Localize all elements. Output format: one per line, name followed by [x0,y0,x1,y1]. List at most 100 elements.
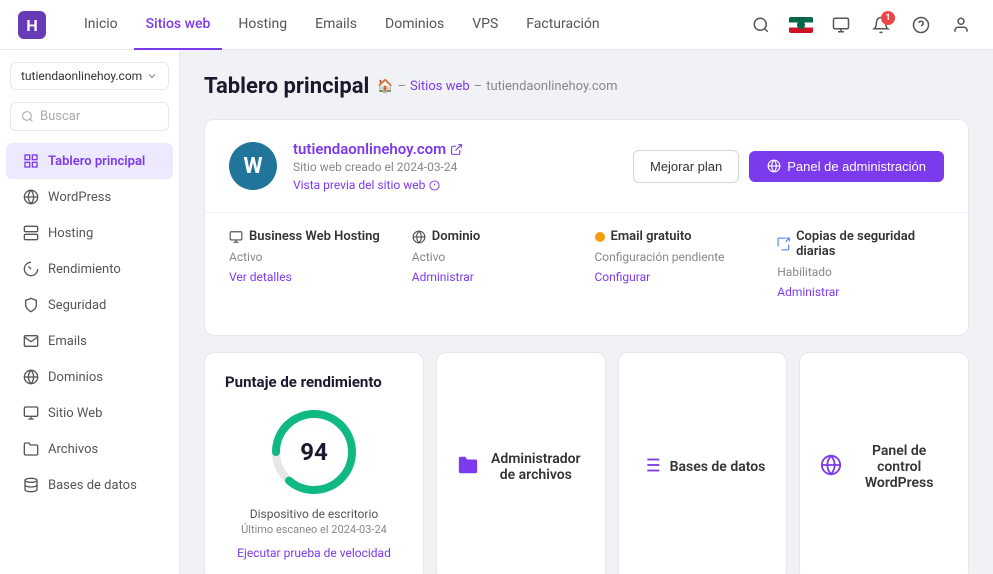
database-widget-icon [640,454,662,480]
panel-admin-button[interactable]: Panel de administración [749,151,944,182]
nav-sitios-web[interactable]: Sitios web [134,0,223,50]
performance-title: Puntaje de rendimiento [225,373,403,391]
search-icon[interactable] [745,9,777,41]
site-name[interactable]: tutiendaonlinehoy.com [293,140,617,158]
breadcrumb: 🏠 – Sitios web – tutiendaonlinehoy.com [377,79,617,94]
service-email-title: Email gratuito [595,229,762,244]
shield-icon [22,296,40,314]
search-placeholder: Buscar [40,109,80,124]
nav-right: 1 [745,9,977,41]
service-backup-title: Copias de seguridad diarias [777,229,944,259]
page-header: Tablero principal 🏠 – Sitios web – tutie… [204,74,969,99]
widget-row: Puntaje de rendimiento 94 Dispositivo de… [204,352,969,574]
site-info: tutiendaonlinehoy.com Sitio web creado e… [293,140,617,192]
selected-domain: tutiendaonlinehoy.com [21,69,142,83]
card-divider [205,212,968,213]
sidebar-item-label: Bases de datos [48,478,137,493]
mejorar-plan-button[interactable]: Mejorar plan [633,150,739,183]
service-email-link[interactable]: Configurar [595,270,762,284]
performance-last-scan: Último escaneo el 2024-03-24 [225,523,403,536]
service-hosting-title: Business Web Hosting [229,229,396,244]
folder-icon [22,440,40,458]
breadcrumb-home-icon: 🏠 [377,79,393,94]
nav-emails[interactable]: Emails [303,0,369,50]
performance-card: Puntaje de rendimiento 94 Dispositivo de… [204,352,424,574]
sidebar-item-bases-datos[interactable]: Bases de datos [6,467,173,503]
widget-panel-wp-label: Panel de control WordPress [850,443,948,491]
sidebar-item-label: Emails [48,334,87,349]
site-created: Sitio web creado el 2024-03-24 [293,160,617,174]
mail-icon [22,332,40,350]
sidebar-search[interactable]: Buscar [10,102,169,131]
site-preview-link[interactable]: Vista previa del sitio web [293,178,617,192]
performance-device: Dispositivo de escritorio [225,507,403,521]
sidebar-item-tablero[interactable]: Tablero principal [6,143,173,179]
sidebar-item-archivos[interactable]: Archivos [6,431,173,467]
service-hosting: Business Web Hosting Activo Ver detalles [229,229,396,299]
notification-badge: 1 [881,11,895,25]
nav-items: Inicio Sitios web Hosting Emails Dominio… [72,0,721,50]
breadcrumb-sep2: – [474,79,483,94]
service-dominio-link[interactable]: Administrar [412,270,579,284]
sidebar-item-dominios[interactable]: Dominios [6,359,173,395]
nav-hosting[interactable]: Hosting [226,0,299,50]
widget-bases-datos[interactable]: Bases de datos [618,352,788,574]
service-dominio-title: Dominio [412,229,579,244]
service-backup: Copias de seguridad diarias Habilitado A… [777,229,944,299]
grid-icon [22,152,40,170]
widget-bases-label: Bases de datos [670,459,766,475]
breadcrumb-sitios[interactable]: Sitios web [410,79,470,94]
sidebar-item-emails[interactable]: Emails [6,323,173,359]
flag-icon[interactable] [785,9,817,41]
site-card: W tutiendaonlinehoy.com Sitio web creado… [204,119,969,336]
monitor-icon [22,404,40,422]
wordpress-icon [22,188,40,206]
email-status-dot [595,232,605,242]
main-layout: tutiendaonlinehoy.com Buscar Tablero pri… [0,50,993,574]
sidebar-item-wordpress[interactable]: WordPress [6,179,173,215]
folder-widget-icon [457,454,479,480]
sidebar-item-label: Seguridad [48,298,106,313]
nav-inicio[interactable]: Inicio [72,0,130,50]
app-logo[interactable]: H [16,9,48,41]
server-icon [22,224,40,242]
sidebar-item-label: Hosting [48,226,93,241]
score-circle: 94 [269,407,359,497]
main-content: Tablero principal 🏠 – Sitios web – tutie… [180,50,993,574]
nav-vps[interactable]: VPS [460,0,510,50]
service-dominio-status: Activo [412,250,579,264]
breadcrumb-domain: tutiendaonlinehoy.com [486,79,617,94]
sidebar-item-sitio-web[interactable]: Sitio Web [6,395,173,431]
site-actions: Mejorar plan Panel de administración [633,150,944,183]
nav-facturacion[interactable]: Facturación [514,0,611,50]
widget-archivos[interactable]: Administrador de archivos [436,352,606,574]
sidebar-item-label: Sitio Web [48,406,102,421]
notifications-icon[interactable]: 1 [865,9,897,41]
sidebar-item-label: Rendimiento [48,262,121,277]
breadcrumb-sep: – [398,79,407,94]
service-hosting-link[interactable]: Ver detalles [229,270,396,284]
widget-panel-wp[interactable]: Panel de control WordPress [799,352,969,574]
services-row: Business Web Hosting Activo Ver detalles… [229,229,944,299]
display-icon[interactable] [825,9,857,41]
score-circle-container: 94 [225,407,403,497]
service-email: Email gratuito Configuración pendiente C… [595,229,762,299]
wp-widget-icon [820,454,842,480]
run-speed-test-link[interactable]: Ejecutar prueba de velocidad [225,546,403,560]
service-dominio: Dominio Activo Administrar [412,229,579,299]
page-title: Tablero principal [204,74,369,99]
database-icon [22,476,40,494]
domain-selector[interactable]: tutiendaonlinehoy.com [10,62,169,90]
service-backup-link[interactable]: Administrar [777,285,944,299]
sidebar-item-label: Archivos [48,442,98,457]
sidebar-item-label: Tablero principal [48,154,145,169]
sidebar-item-hosting[interactable]: Hosting [6,215,173,251]
user-icon[interactable] [945,9,977,41]
sidebar-item-rendimiento[interactable]: Rendimiento [6,251,173,287]
nav-dominios[interactable]: Dominios [373,0,456,50]
gauge-icon [22,260,40,278]
help-icon[interactable] [905,9,937,41]
sidebar-item-seguridad[interactable]: Seguridad [6,287,173,323]
service-email-status: Configuración pendiente [595,250,762,264]
score-value: 94 [300,438,328,466]
